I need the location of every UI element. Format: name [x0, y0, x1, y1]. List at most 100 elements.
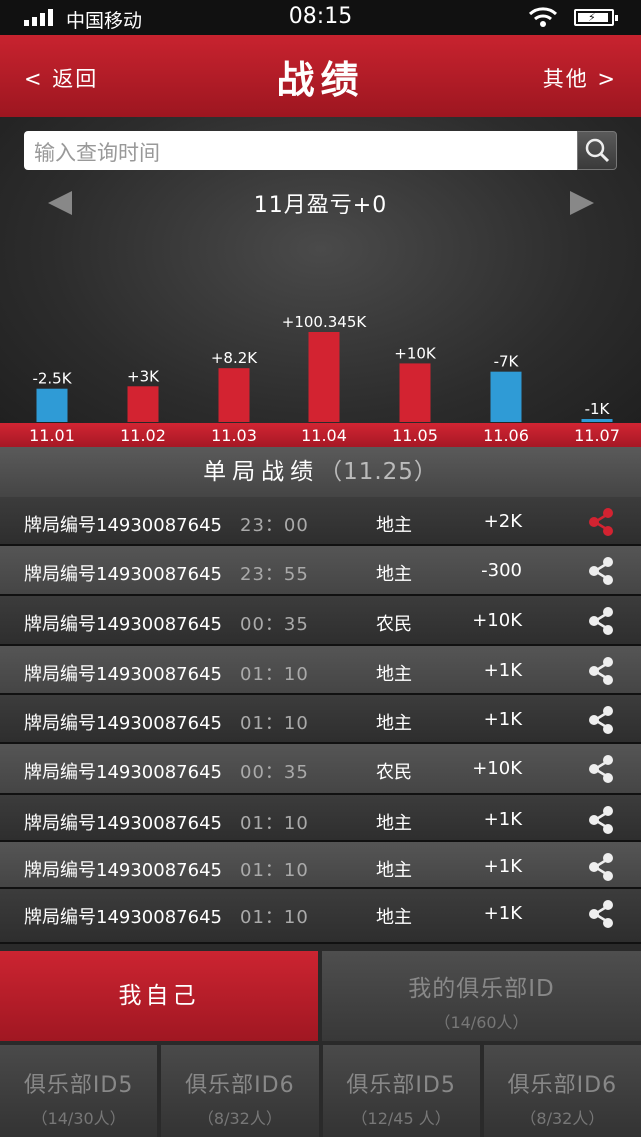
- share-icon[interactable]: [586, 705, 616, 735]
- game-time: 01：10: [240, 713, 309, 734]
- wifi-icon: [528, 7, 558, 27]
- game-row[interactable]: 牌局编号14930087645 23：55 地主 -300: [0, 546, 641, 596]
- club-name: 俱乐部ID5: [23, 1073, 134, 1098]
- game-score: +1K: [483, 856, 522, 877]
- club-name: 俱乐部ID5: [346, 1073, 456, 1098]
- club-tab[interactable]: 俱乐部ID5 （14/30人）: [0, 1045, 158, 1137]
- game-time: 01：10: [240, 860, 309, 881]
- chart-bar: [36, 388, 68, 422]
- battery-icon: ⚡: [574, 9, 618, 26]
- chart-data-label: +10K: [394, 344, 437, 362]
- share-icon[interactable]: [586, 754, 616, 784]
- club-count: （8/32人）: [197, 1109, 282, 1128]
- chart-tick-label: 11.05: [392, 426, 438, 445]
- chart-bar: [399, 363, 431, 422]
- game-time: 01：10: [240, 664, 309, 685]
- section-label: 单局战绩: [203, 459, 320, 485]
- tab-my-club[interactable]: 我的俱乐部ID （14/60人）: [322, 951, 641, 1041]
- game-score: +1K: [483, 903, 522, 924]
- chart-bar: [490, 371, 522, 422]
- club-tab[interactable]: 俱乐部ID6 （8/32人）: [161, 1045, 319, 1137]
- game-id: 牌局编号14930087645: [24, 713, 222, 734]
- chart-data-label: -7K: [494, 353, 520, 371]
- game-role: 地主: [376, 564, 412, 585]
- game-role: 农民: [376, 614, 412, 635]
- game-score: -300: [481, 560, 522, 581]
- game-score: +1K: [483, 660, 522, 681]
- club-list: 俱乐部ID5 （14/30人） 俱乐部ID6 （8/32人） 俱乐部ID5 （12/45 …: [0, 1045, 641, 1137]
- game-row[interactable]: 牌局编号14930087645 01：10 地主 +1K: [0, 795, 641, 842]
- club-count: （12/45 人）: [351, 1109, 451, 1128]
- game-role: 地主: [376, 860, 412, 881]
- tab-my-club-label: 我的俱乐部ID: [408, 976, 555, 1002]
- share-icon[interactable]: [586, 556, 616, 586]
- game-id: 牌局编号14930087645: [24, 762, 222, 783]
- game-time: 01：10: [240, 907, 309, 928]
- chart-bar: [127, 386, 159, 422]
- section-date: （11.25）: [319, 459, 438, 485]
- share-icon[interactable]: [586, 899, 616, 929]
- chart-tick-label: 11.03: [211, 426, 257, 445]
- chart-tick-label: 11.06: [483, 426, 529, 445]
- game-row[interactable]: 牌局编号14930087645 00：35 农民 +10K: [0, 744, 641, 795]
- game-time: 23：55: [240, 564, 309, 585]
- game-row[interactable]: 牌局编号14930087645 01：10 地主 +1K: [0, 695, 641, 744]
- game-role: 地主: [376, 713, 412, 734]
- chart-bar: [308, 332, 340, 422]
- game-time: 23：00: [240, 515, 309, 536]
- game-row[interactable]: 牌局编号14930087645 23：00 地主 +2K: [0, 497, 641, 546]
- club-tab[interactable]: 俱乐部ID5 （12/45 人）: [322, 1045, 480, 1137]
- club-name: 俱乐部ID6: [185, 1073, 295, 1098]
- game-role: 农民: [376, 762, 412, 783]
- club-count: （8/32人）: [520, 1109, 605, 1128]
- game-id: 牌局编号14930087645: [24, 515, 222, 536]
- section-title: 单局战绩（11.25）: [0, 447, 641, 497]
- game-time: 01：10: [240, 813, 309, 834]
- game-role: 地主: [376, 907, 412, 928]
- game-id: 牌局编号14930087645: [24, 614, 222, 635]
- share-icon[interactable]: [586, 852, 616, 882]
- game-role: 地主: [376, 515, 412, 536]
- chart-panel: 输入查询时间 11月盈亏+0 -2.5K 11.01 +3K 11.02 +8.2K 11…: [0, 117, 641, 447]
- share-icon[interactable]: [586, 606, 616, 636]
- game-role: 地主: [376, 664, 412, 685]
- game-id: 牌局编号14930087645: [24, 664, 222, 685]
- chart-tick-label: 11.01: [29, 426, 75, 445]
- chart-tick-label: 11.04: [301, 426, 347, 445]
- club-tab[interactable]: 俱乐部ID6 （8/32人）: [483, 1045, 641, 1137]
- game-id: 牌局编号14930087645: [24, 860, 222, 881]
- share-icon[interactable]: [586, 656, 616, 686]
- chart-data-label: +3K: [127, 367, 160, 385]
- game-id: 牌局编号14930087645: [24, 564, 222, 585]
- chart-data-label: +8.2K: [211, 349, 258, 367]
- game-list: 牌局编号14930087645 23：00 地主 +2K 牌局编号14930087645…: [0, 497, 641, 944]
- share-icon[interactable]: [586, 507, 616, 537]
- header-bar: < 返回 战绩 其他 >: [0, 35, 641, 117]
- game-score: +1K: [483, 809, 522, 830]
- game-role: 地主: [376, 813, 412, 834]
- club-name: 俱乐部ID6: [507, 1073, 618, 1098]
- game-score: +10K: [472, 758, 522, 779]
- chart-data-label: +100.345K: [282, 313, 368, 331]
- chart-bar: [218, 368, 250, 422]
- chart-data-label: -1K: [585, 400, 611, 418]
- game-id: 牌局编号14930087645: [24, 813, 222, 834]
- tab-my-club-count: （14/60人）: [434, 1013, 529, 1032]
- game-id: 牌局编号14930087645: [24, 907, 222, 928]
- club-count: （14/30人）: [31, 1109, 126, 1128]
- game-row[interactable]: 牌局编号14930087645 01：10 地主 +1K: [0, 646, 641, 695]
- game-row[interactable]: 牌局编号14930087645 01：10 地主 +1K: [0, 889, 641, 944]
- chart-tick-label: 11.07: [574, 426, 620, 445]
- chart-bar: [581, 419, 613, 422]
- game-time: 00：35: [240, 762, 309, 783]
- game-row[interactable]: 牌局编号14930087645 00：35 农民 +10K: [0, 596, 641, 646]
- game-score: +10K: [472, 610, 522, 631]
- tab-self[interactable]: 我自己: [0, 951, 318, 1041]
- game-score: +2K: [483, 511, 522, 532]
- daily-profit-chart: -2.5K 11.01 +3K 11.02 +8.2K 11.03 +100.345K 11.…: [29, 313, 620, 445]
- status-bar: 中国移动 08:15 ⚡: [0, 0, 641, 35]
- share-icon[interactable]: [586, 805, 616, 835]
- game-row[interactable]: 牌局编号14930087645 01：10 地主 +1K: [0, 842, 641, 889]
- other-button[interactable]: 其他 >: [543, 63, 617, 93]
- chart-data-label: -2.5K: [32, 370, 72, 388]
